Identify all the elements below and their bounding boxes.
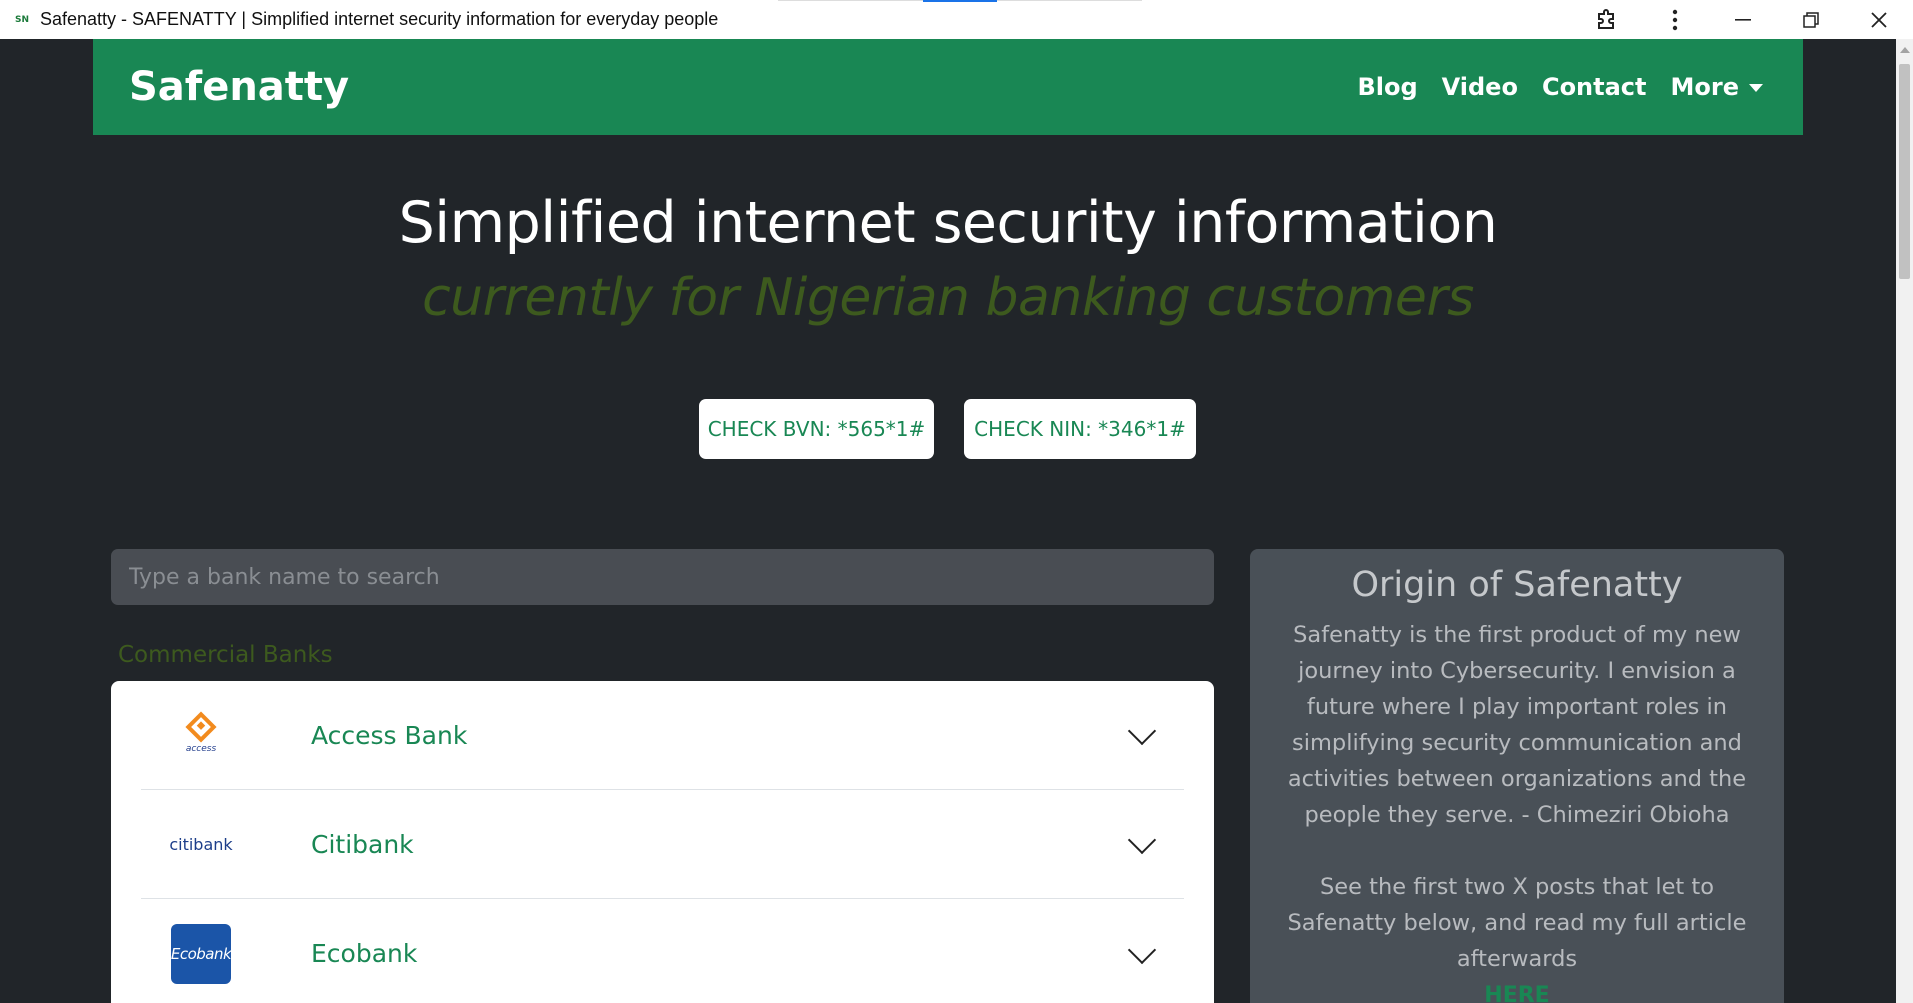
favicon-icon: SN bbox=[14, 14, 29, 25]
article-link[interactable]: HERE bbox=[1484, 983, 1549, 1003]
tab-indicator bbox=[778, 0, 1142, 2]
scrollbar-thumb[interactable] bbox=[1899, 64, 1910, 279]
nav-dropdown-more[interactable]: More bbox=[1671, 73, 1763, 101]
origin-card: Origin of Safenatty Safenatty is the fir… bbox=[1250, 549, 1784, 1003]
check-nin-button[interactable]: CHECK NIN: *346*1# bbox=[964, 399, 1196, 459]
restore-icon[interactable] bbox=[1777, 0, 1845, 39]
access-bank-logo: access bbox=[141, 711, 261, 754]
citibank-logo-text: citibank bbox=[169, 834, 233, 854]
bank-row-ecobank[interactable]: Ecobank Ecobank bbox=[141, 899, 1184, 1003]
check-bvn-button[interactable]: CHECK BVN: *565*1# bbox=[699, 399, 934, 459]
access-logo-text: access bbox=[185, 744, 217, 754]
caret-down-icon bbox=[1749, 84, 1763, 92]
hero-subtitle: currently for Nigerian banking customers bbox=[422, 268, 1474, 328]
bank-name[interactable]: Citibank bbox=[311, 830, 414, 859]
bank-row-citibank[interactable]: citibank Citibank bbox=[141, 790, 1184, 899]
page-scrollbar[interactable] bbox=[1896, 39, 1913, 1003]
kebab-menu-icon[interactable] bbox=[1641, 0, 1709, 39]
bank-row-access-bank[interactable]: access Access Bank bbox=[141, 681, 1184, 790]
chevron-down-icon[interactable] bbox=[1127, 716, 1157, 746]
nav-link-contact[interactable]: Contact bbox=[1542, 73, 1647, 101]
origin-body: Safenatty is the first product of my new… bbox=[1287, 622, 1747, 828]
site-navbar: Safenatty Blog Video Contact More bbox=[93, 39, 1803, 135]
origin-posts-text: See the first two X posts that let to Sa… bbox=[1287, 874, 1747, 972]
bank-list: access Access Bank citibank Citibank Eco… bbox=[111, 681, 1214, 1003]
nav-link-blog[interactable]: Blog bbox=[1357, 73, 1417, 101]
chevron-down-icon[interactable] bbox=[1127, 825, 1157, 855]
chevron-down-icon[interactable] bbox=[1127, 935, 1157, 964]
nav-links: Blog Video Contact More bbox=[1357, 73, 1763, 101]
bank-name[interactable]: Ecobank bbox=[311, 939, 417, 968]
origin-title: Origin of Safenatty bbox=[1351, 565, 1683, 605]
nav-dropdown-more-label: More bbox=[1670, 73, 1739, 101]
minimize-icon[interactable] bbox=[1709, 0, 1777, 39]
bank-search-input[interactable] bbox=[111, 549, 1214, 605]
window-title: Safenatty - SAFENATTY | Simplified inter… bbox=[40, 9, 719, 29]
window-titlebar: SN Safenatty - SAFENATTY | Simplified in… bbox=[0, 0, 1913, 39]
bank-name[interactable]: Access Bank bbox=[311, 721, 467, 750]
ecobank-logo: Ecobank bbox=[141, 923, 261, 984]
citibank-logo: citibank bbox=[141, 835, 261, 854]
section-label-commercial-banks: Commercial Banks bbox=[118, 642, 333, 668]
hero-title: Simplified internet security information bbox=[398, 190, 1498, 256]
brand-logo[interactable]: Safenatty bbox=[129, 64, 349, 110]
close-icon[interactable] bbox=[1845, 0, 1913, 39]
extensions-icon[interactable] bbox=[1573, 0, 1641, 39]
nav-link-video[interactable]: Video bbox=[1442, 73, 1518, 101]
ecobank-logo-text: Ecobank bbox=[171, 923, 232, 984]
scroll-up-arrow-icon[interactable] bbox=[1900, 47, 1910, 53]
